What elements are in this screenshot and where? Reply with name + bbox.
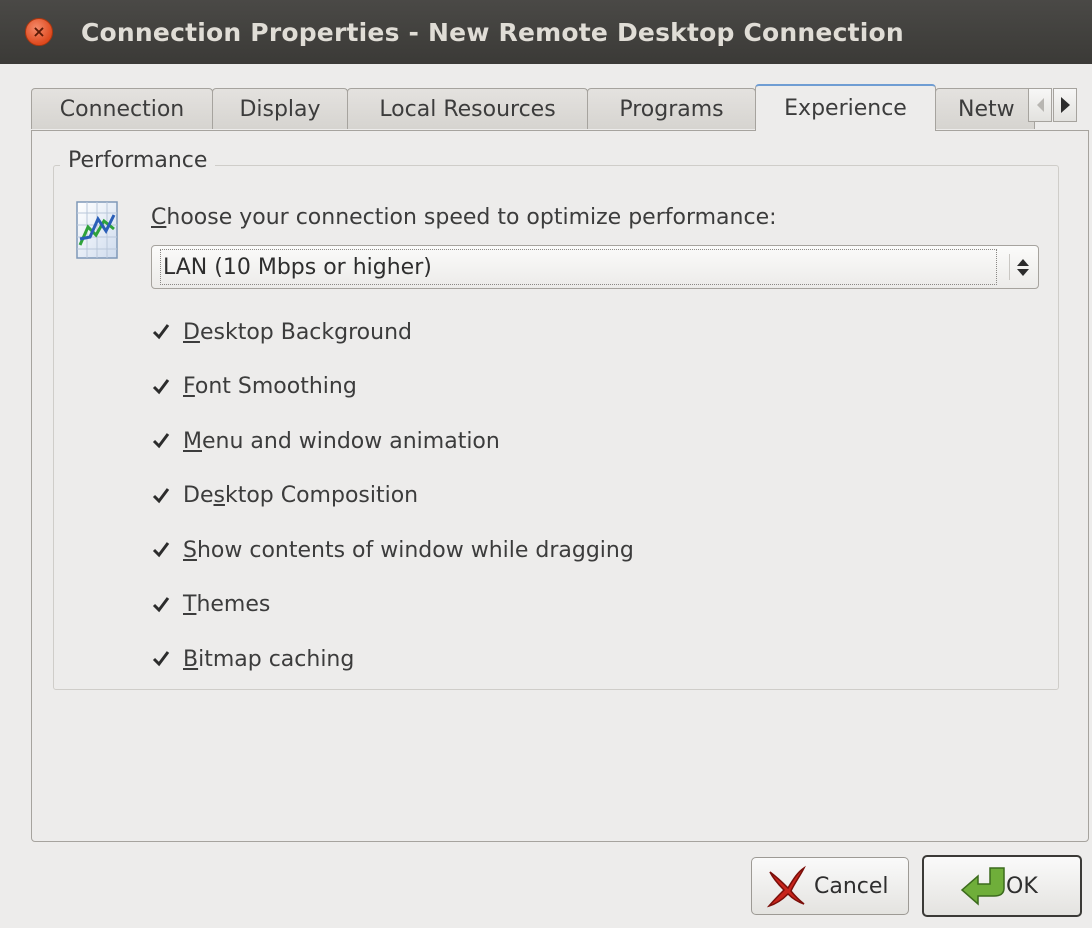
checkmark-icon: [151, 486, 171, 506]
tab-label: Local Resources: [379, 96, 556, 122]
connection-speed-label: Choose your connection speed to optimize…: [151, 205, 777, 230]
checkmark-icon: [151, 540, 171, 560]
tab-label: Programs: [619, 96, 724, 122]
performance-options-list: Desktop Background Font Smoothing Menu a…: [151, 305, 634, 687]
tab-strip: Connection Display Local Resources Progr…: [31, 84, 1089, 131]
checkbox-label: Themes: [183, 592, 271, 618]
connection-speed-select[interactable]: LAN (10 Mbps or higher): [151, 245, 1039, 289]
checkbox-label: Desktop Background: [183, 319, 412, 345]
checkbox-bitmap-caching[interactable]: Bitmap caching: [151, 632, 634, 687]
chevron-right-icon: [1060, 97, 1070, 113]
performance-frame-label: Performance: [60, 148, 216, 173]
performance-chart-icon: [76, 201, 118, 259]
tab-programs[interactable]: Programs: [587, 88, 756, 129]
updown-arrows-icon: [1009, 254, 1030, 280]
checkmark-icon: [151, 322, 171, 342]
checkbox-themes[interactable]: Themes: [151, 578, 634, 633]
tab-label: Connection: [59, 96, 185, 122]
tab-connection[interactable]: Connection: [31, 88, 213, 129]
tab-experience[interactable]: Experience: [755, 84, 936, 131]
checkbox-menu-window-animation[interactable]: Menu and window animation: [151, 414, 634, 469]
experience-tab-panel: Performance Choose your connection speed…: [31, 130, 1089, 842]
checkbox-font-smoothing[interactable]: Font Smoothing: [151, 360, 634, 415]
checkbox-label: Desktop Composition: [183, 483, 419, 509]
checkmark-icon: [151, 595, 171, 615]
chevron-left-icon: [1036, 98, 1044, 112]
checkmark-icon: [151, 431, 171, 451]
checkbox-desktop-background[interactable]: Desktop Background: [151, 305, 634, 360]
tab-scroll-right-button[interactable]: [1053, 88, 1077, 122]
title-bar: × Connection Properties - New Remote Des…: [0, 0, 1092, 64]
green-arrow-icon: [960, 867, 1005, 906]
checkbox-label: Menu and window animation: [183, 428, 500, 454]
connection-speed-value: LAN (10 Mbps or higher): [160, 249, 997, 285]
checkmark-icon: [151, 649, 171, 669]
window-title: Connection Properties - New Remote Deskt…: [81, 17, 904, 47]
checkmark-icon: [151, 377, 171, 397]
ok-button-label: OK: [1006, 873, 1038, 899]
checkbox-show-window-contents[interactable]: Show contents of window while dragging: [151, 523, 634, 578]
close-icon[interactable]: ×: [25, 18, 53, 46]
checkbox-label: Bitmap caching: [183, 646, 355, 672]
ok-button[interactable]: OK: [922, 855, 1082, 917]
checkbox-desktop-composition[interactable]: Desktop Composition: [151, 469, 634, 524]
tab-display[interactable]: Display: [212, 88, 348, 129]
red-x-icon: [766, 865, 806, 908]
cancel-button[interactable]: Cancel: [751, 857, 909, 915]
tab-label: Experience: [784, 96, 907, 121]
tab-label: Netw: [958, 96, 1015, 122]
tab-local-resources[interactable]: Local Resources: [347, 88, 588, 129]
cancel-button-label: Cancel: [814, 873, 889, 899]
checkbox-label: Show contents of window while dragging: [183, 537, 634, 563]
tab-label: Display: [239, 96, 321, 122]
checkbox-label: Font Smoothing: [183, 374, 357, 400]
tab-scroll-left-button[interactable]: [1028, 88, 1052, 122]
tab-network[interactable]: Netw: [935, 88, 1035, 129]
